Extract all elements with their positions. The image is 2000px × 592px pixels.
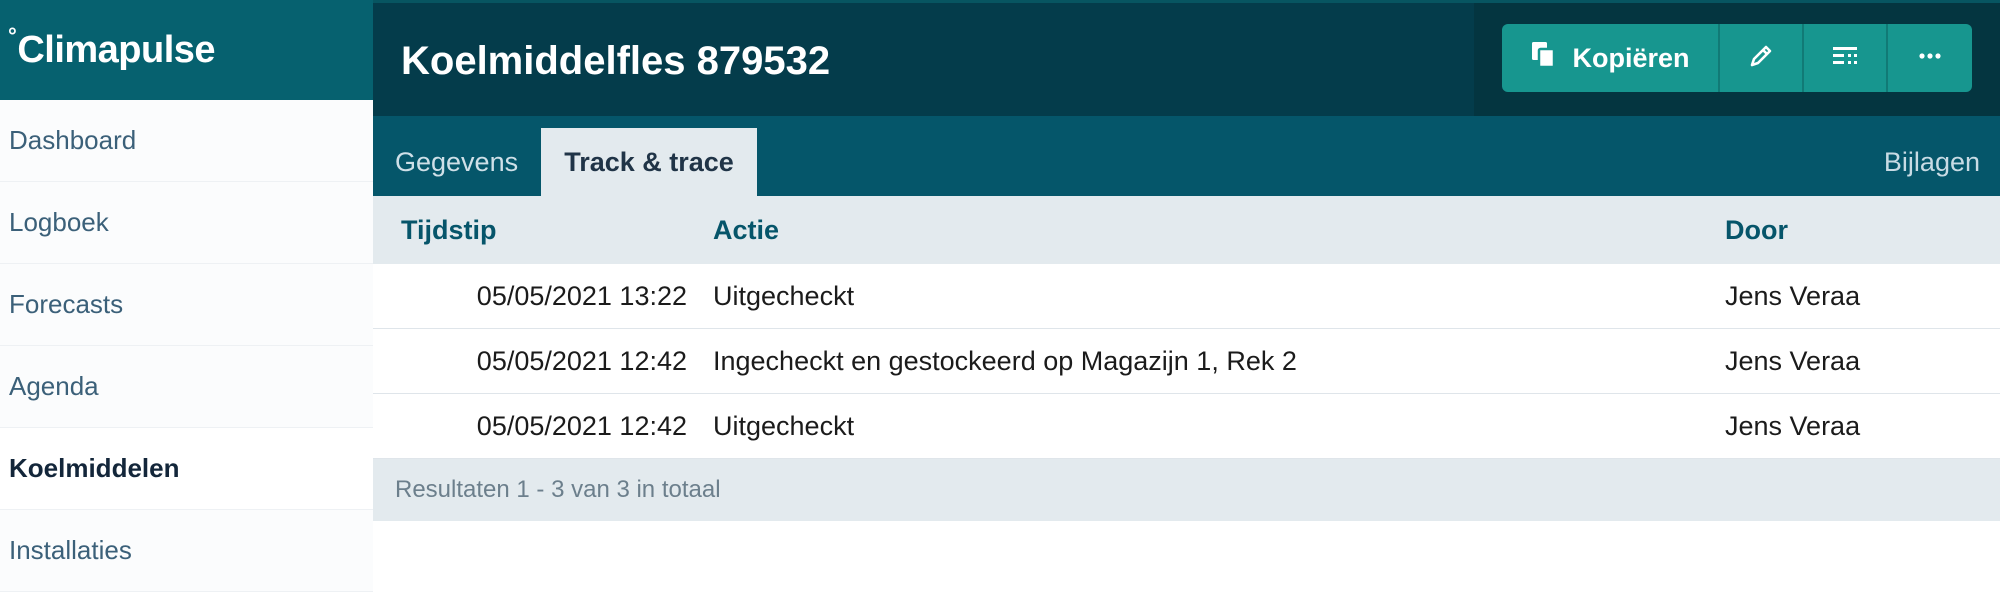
cell-time: 05/05/2021 12:42: [476, 345, 687, 376]
cell-time: 05/05/2021 12:42: [476, 410, 687, 441]
page-header: Koelmiddelfles 879532 Kopiëren: [373, 0, 2000, 116]
sidebar-item-dashboard[interactable]: Dashboard: [0, 100, 373, 182]
table-footer-summary: Resultaten 1 - 3 van 3 in totaal: [373, 459, 2000, 521]
cell-by: Jens Veraa: [1725, 280, 1861, 311]
tab-bijlagen[interactable]: Bijlagen: [1884, 128, 1980, 196]
table-row[interactable]: 05/05/2021 13:22 Uitgecheckt Jens Veraa: [373, 264, 2000, 329]
sidebar-nav: Dashboard Logboek Forecasts Agenda Koelm…: [0, 100, 373, 592]
tab-track-and-trace[interactable]: Track & trace: [541, 128, 757, 196]
more-icon: [1915, 41, 1945, 76]
table-header-row: Tijdstip Actie Door: [373, 196, 2000, 264]
cell-action: Ingecheckt en gestockeerd op Magazijn 1,…: [713, 345, 1297, 376]
brand-logo[interactable]: ° Climapulse: [0, 0, 373, 100]
cell-time: 05/05/2021 13:22: [476, 280, 687, 311]
table-row[interactable]: 05/05/2021 12:42 Uitgecheckt Jens Veraa: [373, 394, 2000, 459]
column-header-tijdstip[interactable]: Tijdstip: [401, 196, 687, 264]
page-title: Koelmiddelfles 879532: [401, 39, 831, 83]
cell-by: Jens Veraa: [1725, 345, 1861, 376]
cell-by: Jens Veraa: [1725, 410, 1861, 441]
tab-bar: Gegevens Track & trace Bijlagen: [373, 116, 2000, 196]
brand-name: Climapulse: [17, 28, 216, 71]
brand-degree-mark: °: [8, 23, 17, 48]
copy-icon: [1530, 40, 1560, 77]
sidebar: ° Climapulse Dashboard Logboek Forecasts…: [0, 0, 373, 592]
more-button[interactable]: [1888, 24, 1972, 92]
action-toolbar: Kopiëren: [1502, 24, 1972, 92]
sidebar-item-koelmiddelen[interactable]: Koelmiddelen: [0, 428, 373, 510]
column-header-actie[interactable]: Actie: [713, 196, 779, 264]
list-view-button[interactable]: [1804, 24, 1888, 92]
edit-button[interactable]: [1720, 24, 1804, 92]
main-content: Koelmiddelfles 879532 Kopiëren Gegevens …: [373, 0, 2000, 592]
tab-gegevens[interactable]: Gegevens: [395, 128, 518, 196]
sidebar-item-logboek[interactable]: Logboek: [0, 182, 373, 264]
pencil-icon: [1746, 41, 1776, 76]
cell-action: Uitgecheckt: [713, 280, 855, 311]
sidebar-item-agenda[interactable]: Agenda: [0, 346, 373, 428]
cell-action: Uitgecheckt: [713, 410, 855, 441]
toolbar-area: Kopiëren: [1474, 3, 2000, 116]
copy-button[interactable]: Kopiëren: [1502, 24, 1720, 92]
sidebar-item-installaties[interactable]: Installaties: [0, 510, 373, 592]
column-header-door[interactable]: Door: [1725, 196, 1788, 264]
track-trace-table: Tijdstip Actie Door 05/05/2021 13:22 Uit…: [373, 196, 2000, 521]
list-icon: [1830, 41, 1860, 76]
table-row[interactable]: 05/05/2021 12:42 Ingecheckt en gestockee…: [373, 329, 2000, 394]
copy-button-label: Kopiëren: [1572, 42, 1690, 73]
sidebar-item-forecasts[interactable]: Forecasts: [0, 264, 373, 346]
